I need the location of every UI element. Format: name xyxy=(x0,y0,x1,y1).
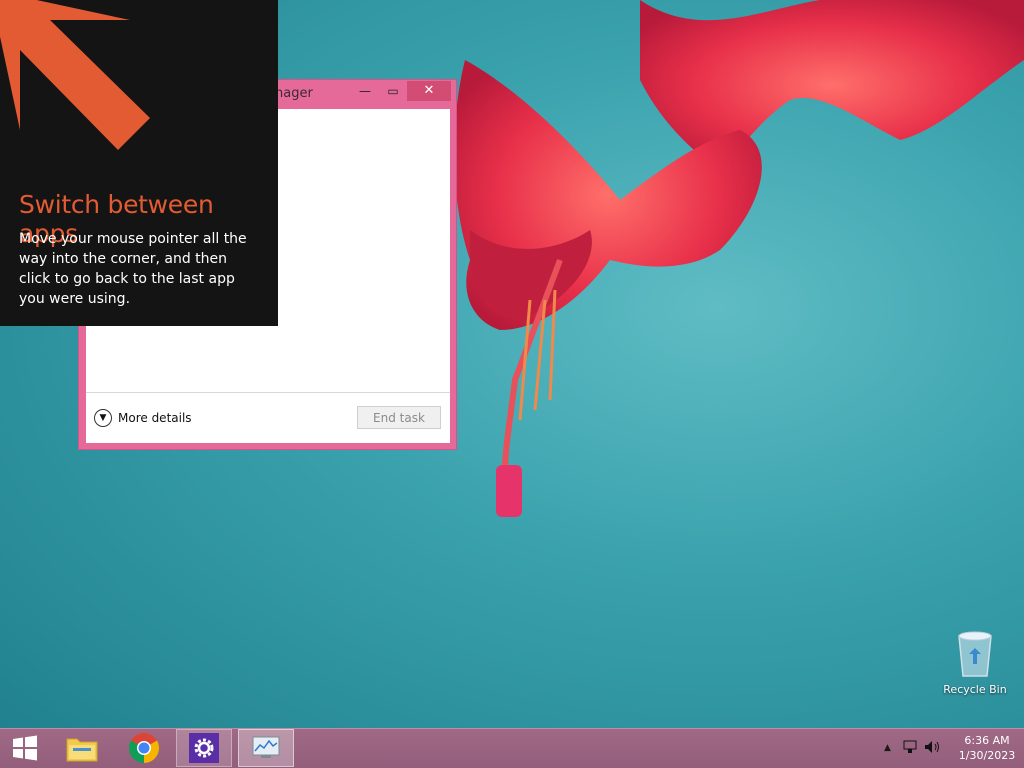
maximize-button[interactable]: ▭ xyxy=(379,81,407,101)
settings-button[interactable] xyxy=(176,729,232,767)
minimize-button[interactable]: — xyxy=(351,81,379,101)
chevron-down-icon: ▼ xyxy=(94,409,112,427)
start-button[interactable] xyxy=(0,729,50,767)
clock[interactable]: 6:36 AM 1/30/2023 xyxy=(956,733,1018,763)
file-explorer-button[interactable] xyxy=(54,729,110,767)
chrome-button[interactable] xyxy=(116,729,172,767)
task-manager-icon xyxy=(252,736,280,758)
volume-icon[interactable] xyxy=(924,740,942,757)
close-icon: ✕ xyxy=(423,83,435,98)
gear-icon xyxy=(189,733,219,763)
window-title: nager xyxy=(275,86,313,101)
more-details-button[interactable]: ▼ More details xyxy=(94,409,192,427)
clock-date: 1/30/2023 xyxy=(958,749,1016,762)
more-details-label: More details xyxy=(118,411,192,425)
windows-logo-icon xyxy=(13,735,37,761)
tip-body: Move your mouse pointer all the way into… xyxy=(19,231,247,307)
show-hidden-icons-icon[interactable]: ▲ xyxy=(884,743,891,753)
system-tray: ▲ 6:36 AM 1/30/2023 xyxy=(864,728,1024,768)
chrome-icon xyxy=(128,733,160,763)
end-task-button[interactable]: End task xyxy=(357,406,441,429)
switch-apps-tip: Switch between apps Move your mouse poin… xyxy=(0,0,278,326)
recycle-bin-label: Recycle Bin xyxy=(943,683,1007,696)
clock-time: 6:36 AM xyxy=(964,734,1010,747)
task-manager-button[interactable] xyxy=(238,729,294,767)
maximize-icon: ▭ xyxy=(387,84,399,98)
recycle-bin-icon xyxy=(958,631,992,677)
corner-arrow-icon xyxy=(0,0,150,150)
taskbar: ▲ 6:36 AM 1/30/2023 xyxy=(0,728,1024,768)
task-manager-footer: ▼ More details End task xyxy=(86,392,450,443)
network-icon[interactable] xyxy=(902,740,918,757)
folder-icon xyxy=(66,738,98,762)
minimize-icon: — xyxy=(359,84,371,98)
close-button[interactable]: ✕ xyxy=(407,81,451,101)
recycle-bin[interactable]: Recycle Bin xyxy=(940,630,1010,696)
